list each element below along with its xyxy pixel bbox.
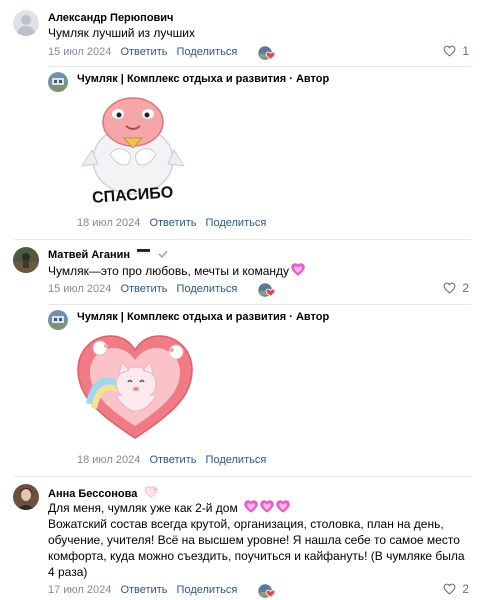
avatar[interactable] [48,72,68,92]
comment-text: Чумляк—это про любовь, мечты и команду [48,263,305,279]
comment-author[interactable]: Александр Перюпович [48,12,173,24]
like-count: 2 [462,582,469,596]
share-button[interactable]: Поделиться [206,454,267,466]
flag-icon [136,249,151,257]
comment-date[interactable]: 15 июл 2024 [48,283,111,295]
share-button[interactable]: Поделиться [177,46,238,58]
reply-button[interactable]: Ответить [120,584,167,596]
comment-date[interactable]: 18 июл 2024 [77,454,140,466]
verified-check-icon [158,250,168,259]
divider [14,239,471,240]
divider [48,66,471,67]
comment-date[interactable]: 18 июл 2024 [77,217,140,229]
comment-date[interactable]: 17 июл 2024 [48,584,111,596]
default-avatar-icon [16,15,36,36]
comment-meta: 17 июл 2024 Ответить Поделиться [48,584,243,596]
community-avatar-icon [48,72,68,92]
comment-meta: 18 июл 2024 Ответить Поделиться [77,454,272,466]
heart-outline-icon [443,45,456,57]
pink-heart-emoji [291,263,305,276]
comment-text-rest: Вожатский состав всегда крутой, организа… [48,517,465,579]
divider [48,304,471,305]
like-count: 2 [462,281,469,295]
thanks-sticker: СПАСИБО [81,97,185,207]
user-photo-icon [13,484,39,510]
reply-button[interactable]: Ответить [120,46,167,58]
comment-date[interactable]: 15 июл 2024 [48,46,111,58]
reaction-avatar-heart-icon[interactable] [257,282,275,298]
reply-button[interactable]: Ответить [120,283,167,295]
avatar[interactable] [13,247,39,273]
avatar[interactable] [13,484,39,510]
like-button[interactable]: 1 [443,44,469,58]
comment-text: Для меня, чумляк уже как 2-й дом Вожатск… [48,500,468,580]
share-button[interactable]: Поделиться [177,283,238,295]
sticker-caption: СПАСИБО [92,184,174,207]
heart-outline-icon [443,583,456,595]
heart-outline-icon [443,282,456,294]
like-button[interactable]: 2 [443,281,469,295]
heart-cat-sticker [77,335,193,439]
reply-button[interactable]: Ответить [149,217,196,229]
comment-meta: 15 июл 2024 Ответить Поделиться [48,283,243,295]
divider [14,476,471,477]
share-button[interactable]: Поделиться [177,584,238,596]
like-count: 1 [462,44,469,58]
avatar[interactable] [13,10,39,36]
community-avatar-icon [48,310,68,330]
author-name[interactable]: Матвей Аганин [48,249,130,261]
user-photo-icon [13,247,39,273]
comment-text-line1: Для меня, чумляк уже как 2-й дом [48,500,468,516]
sparkle-heart-emoji [145,486,158,498]
reaction-avatar-heart-icon[interactable] [257,45,275,61]
comment-text: Чумляк лучший из лучших [48,26,195,40]
comment-author: Анна Бессонова [48,486,158,500]
avatar[interactable] [48,310,68,330]
comment-author[interactable]: Чумляк | Комплекс отдыха и развития · Ав… [77,73,329,85]
pink-heart-emoji [276,500,290,513]
comment-text-body: Чумляк—это про любовь, мечты и команду [48,264,289,278]
pink-heart-emoji [260,500,274,513]
comment-text-first: Для меня, чумляк уже как 2-й дом [48,501,238,515]
share-button[interactable]: Поделиться [206,217,267,229]
comment-meta: 15 июл 2024 Ответить Поделиться [48,46,243,58]
comment-author: Матвей Аганин [48,249,168,261]
reply-button[interactable]: Ответить [149,454,196,466]
comment-author[interactable]: Чумляк | Комплекс отдыха и развития · Ав… [77,311,329,323]
comment-meta: 18 июл 2024 Ответить Поделиться [77,217,272,229]
author-name[interactable]: Анна Бессонова [48,488,137,500]
reaction-avatar-heart-icon[interactable] [257,583,275,599]
like-button[interactable]: 2 [443,582,469,596]
pink-heart-emoji [244,500,258,513]
